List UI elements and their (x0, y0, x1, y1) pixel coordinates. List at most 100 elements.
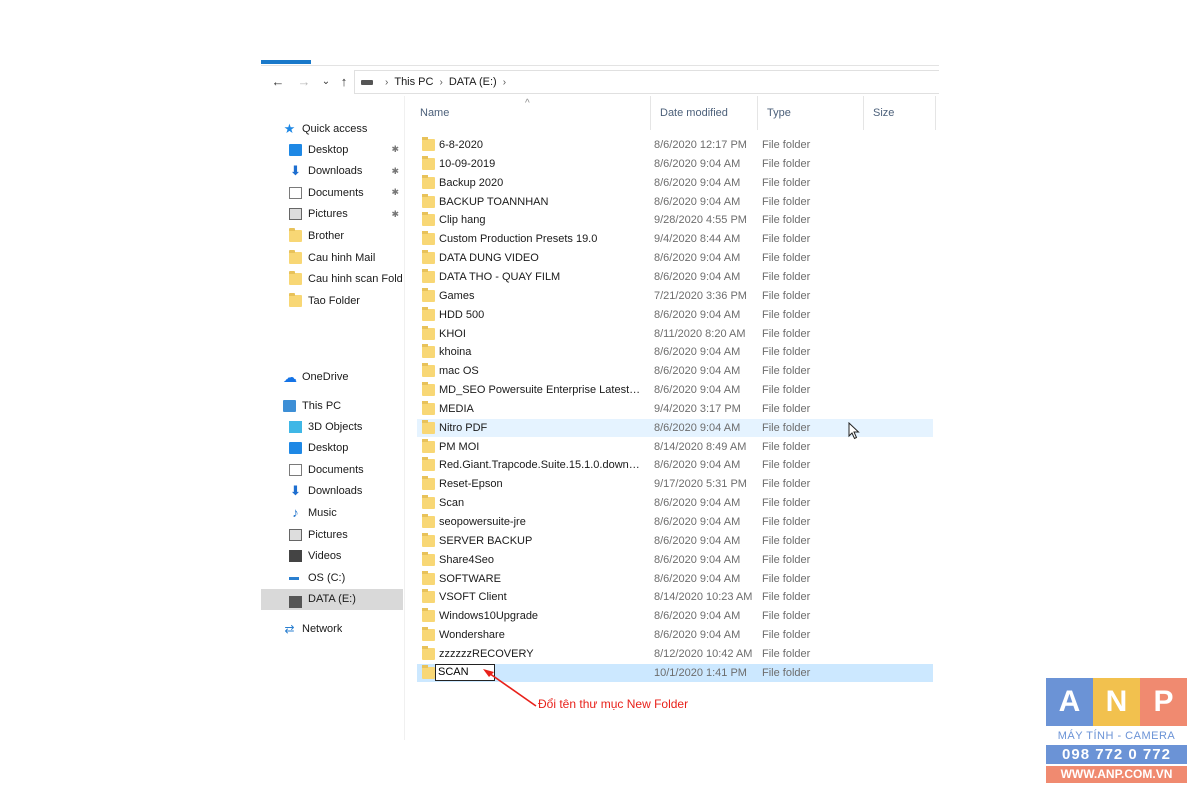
file-row[interactable]: Windows10Upgrade 8/6/2020 9:04 AM File fol… (417, 607, 933, 625)
file-date: 8/6/2020 9:04 AM (654, 629, 741, 642)
ribbon-tab-indicator[interactable] (261, 60, 311, 64)
nav-pc-item[interactable]: ⬇ Downloads (289, 481, 403, 502)
nav-quick-item[interactable]: Tao Folder (289, 290, 403, 311)
nav-pc-item[interactable]: DATA (E:) (261, 588, 403, 610)
column-header-type[interactable]: Type (758, 96, 864, 130)
nav-pc-item[interactable]: Documents (289, 459, 403, 480)
file-row[interactable]: SOFTWARE 8/6/2020 9:04 AM File folder (417, 570, 933, 588)
file-type: File folder (762, 478, 811, 491)
documents-icon (289, 186, 302, 199)
file-row[interactable]: Share4Seo 8/6/2020 9:04 AM File folder (417, 551, 933, 569)
file-row[interactable]: MEDIA 9/4/2020 3:17 PM File folder (417, 400, 933, 418)
file-row[interactable]: HDD 500 8/6/2020 9:04 AM File folder (417, 306, 933, 324)
annotation-text: Đổi tên thư mục New Folder (538, 697, 689, 711)
file-name: SERVER BACKUP (439, 534, 533, 547)
breadcrumb-this-pc[interactable]: This PC (394, 76, 433, 88)
pin-icon[interactable]: ✱ (391, 187, 399, 198)
chevron-right-icon[interactable]: › (503, 77, 506, 88)
nav-onedrive[interactable]: ☁ OneDrive (283, 366, 403, 387)
file-row[interactable]: DATA THO - QUAY FILM 8/6/2020 9:04 AM File… (417, 268, 933, 286)
pin-icon[interactable]: ✱ (391, 209, 399, 220)
logo-website: WWW.ANP.COM.VN (1046, 766, 1187, 783)
file-row[interactable]: Wondershare 8/6/2020 9:04 AM File folder (417, 626, 933, 644)
file-row[interactable]: Scan 8/6/2020 9:04 AM File folder (417, 494, 933, 512)
nav-quick-item[interactable]: Brother (289, 225, 403, 246)
file-row[interactable]: Custom Production Presets 19.0 9/4/2020 8… (417, 230, 933, 248)
anp-logo: A N P MÁY TÍNH - CAMERA 098 772 0 772 WW… (1046, 678, 1187, 788)
file-date: 10/1/2020 1:41 PM (654, 666, 747, 679)
breadcrumb-data-e[interactable]: DATA (E:) (449, 76, 497, 88)
file-type: File folder (762, 402, 811, 415)
nav-quick-item[interactable]: Cau hinh scan Folde (289, 269, 403, 290)
nav-quick-access[interactable]: ★ Quick access (283, 118, 403, 139)
file-row[interactable]: MD_SEO Powersuite Enterprise Latest_15..… (417, 381, 933, 399)
back-arrow-icon[interactable]: ← (269, 74, 287, 90)
folder-icon (422, 212, 435, 227)
nav-pc-item[interactable]: Pictures (289, 524, 403, 545)
folder-icon (422, 495, 435, 510)
file-row[interactable]: Backup 2020 8/6/2020 9:04 AM File folder (417, 174, 933, 192)
recent-locations-icon[interactable]: ⌄ (317, 74, 335, 90)
network-icon: ⇄ (284, 621, 295, 636)
nav-network[interactable]: ⇄ Network (283, 618, 403, 639)
file-name: Scan (439, 497, 465, 510)
file-row[interactable]: PM MOI 8/14/2020 8:49 AM File folder (417, 438, 933, 456)
nav-quick-item[interactable]: ⬇ Downloads ✱ (289, 161, 403, 182)
chevron-right-icon[interactable]: › (385, 77, 388, 88)
file-name: HDD 500 (439, 308, 485, 321)
file-name: Red.Giant.Trapcode.Suite.15.1.0.downmie.… (439, 459, 645, 472)
file-row[interactable]: seopowersuite-jre 8/6/2020 9:04 AM File fo… (417, 513, 933, 531)
file-row[interactable]: Games 7/21/2020 3:36 PM File folder (417, 287, 933, 305)
pin-icon[interactable]: ✱ (391, 144, 399, 155)
file-row[interactable]: SERVER BACKUP 8/6/2020 9:04 AM File folder (417, 532, 933, 550)
nav-this-pc[interactable]: This PC (283, 395, 403, 416)
nav-label: Cau hinh Mail (308, 251, 376, 264)
nav-quick-item[interactable]: Desktop ✱ (289, 139, 403, 160)
folder-icon (422, 645, 435, 660)
folder-icon (422, 231, 435, 246)
column-header-size[interactable]: Size (864, 96, 936, 130)
file-row[interactable]: Clip hang 9/28/2020 4:55 PM File folder (417, 211, 933, 229)
file-date: 8/6/2020 9:04 AM (654, 384, 741, 397)
column-label: Date modified (660, 107, 728, 119)
nav-quick-item[interactable]: Cau hinh Mail (289, 247, 403, 268)
file-date: 8/6/2020 9:04 AM (654, 610, 741, 623)
file-date: 8/6/2020 9:04 AM (654, 459, 741, 472)
column-header-name[interactable]: Name (411, 96, 651, 130)
file-row[interactable]: BACKUP TOANNHAN 8/6/2020 9:04 AM File fold… (417, 193, 933, 211)
downloads-icon: ⬇ (290, 163, 301, 179)
file-row[interactable]: Red.Giant.Trapcode.Suite.15.1.0.downmie.… (417, 456, 933, 474)
nav-label: This PC (302, 399, 342, 412)
nav-pc-item[interactable]: Videos (289, 546, 403, 567)
file-row[interactable]: VSOFT Client 8/14/2020 10:23 AM File folde… (417, 588, 933, 606)
nav-pc-item[interactable]: Desktop (289, 438, 403, 459)
nav-quick-item[interactable]: Documents ✱ (289, 182, 403, 203)
file-row[interactable]: 10-09-2019 8/6/2020 9:04 AM File folder (417, 155, 933, 173)
address-bar-row: ← → ⌄ ↑ › This PC › DATA (E:) › (261, 68, 939, 96)
nav-pc-item[interactable]: ♪ Music (289, 502, 403, 523)
nav-pc-item[interactable]: 3D Objects (289, 416, 403, 437)
up-arrow-icon[interactable]: ↑ (335, 74, 353, 90)
forward-arrow-icon[interactable]: → (295, 74, 313, 90)
file-name: Custom Production Presets 19.0 (439, 233, 598, 246)
file-date: 8/6/2020 9:04 AM (654, 346, 741, 359)
folder-icon (422, 627, 435, 642)
file-row[interactable]: zzzzzzRECOVERY 8/12/2020 10:42 AM File fol… (417, 645, 933, 663)
file-row[interactable]: DATA DUNG VIDEO 8/6/2020 9:04 AM File fold… (417, 249, 933, 267)
file-row[interactable]: Reset-Epson 9/17/2020 5:31 PM File folder (417, 475, 933, 493)
address-box[interactable]: › This PC › DATA (E:) › (354, 70, 939, 94)
column-header-date[interactable]: Date modified (651, 96, 758, 130)
pin-icon[interactable]: ✱ (391, 166, 399, 177)
nav-pc-item[interactable]: ▬ OS (C:) (289, 567, 403, 588)
nav-quick-item[interactable]: Pictures ✱ (289, 204, 403, 225)
file-date: 8/12/2020 10:42 AM (654, 647, 753, 660)
file-row[interactable]: 6-8-2020 8/6/2020 12:17 PM File folder (417, 136, 933, 154)
file-name: Wondershare (439, 629, 505, 642)
folder-icon (422, 419, 435, 434)
file-row[interactable]: mac OS 8/6/2020 9:04 AM File folder (417, 362, 933, 380)
pane-divider[interactable] (404, 96, 405, 740)
nav-label: Network (302, 622, 343, 635)
chevron-right-icon[interactable]: › (439, 77, 442, 88)
file-row[interactable]: khoina 8/6/2020 9:04 AM File folder (417, 343, 933, 361)
file-row[interactable]: KHOI 8/11/2020 8:20 AM File folder (417, 325, 933, 343)
